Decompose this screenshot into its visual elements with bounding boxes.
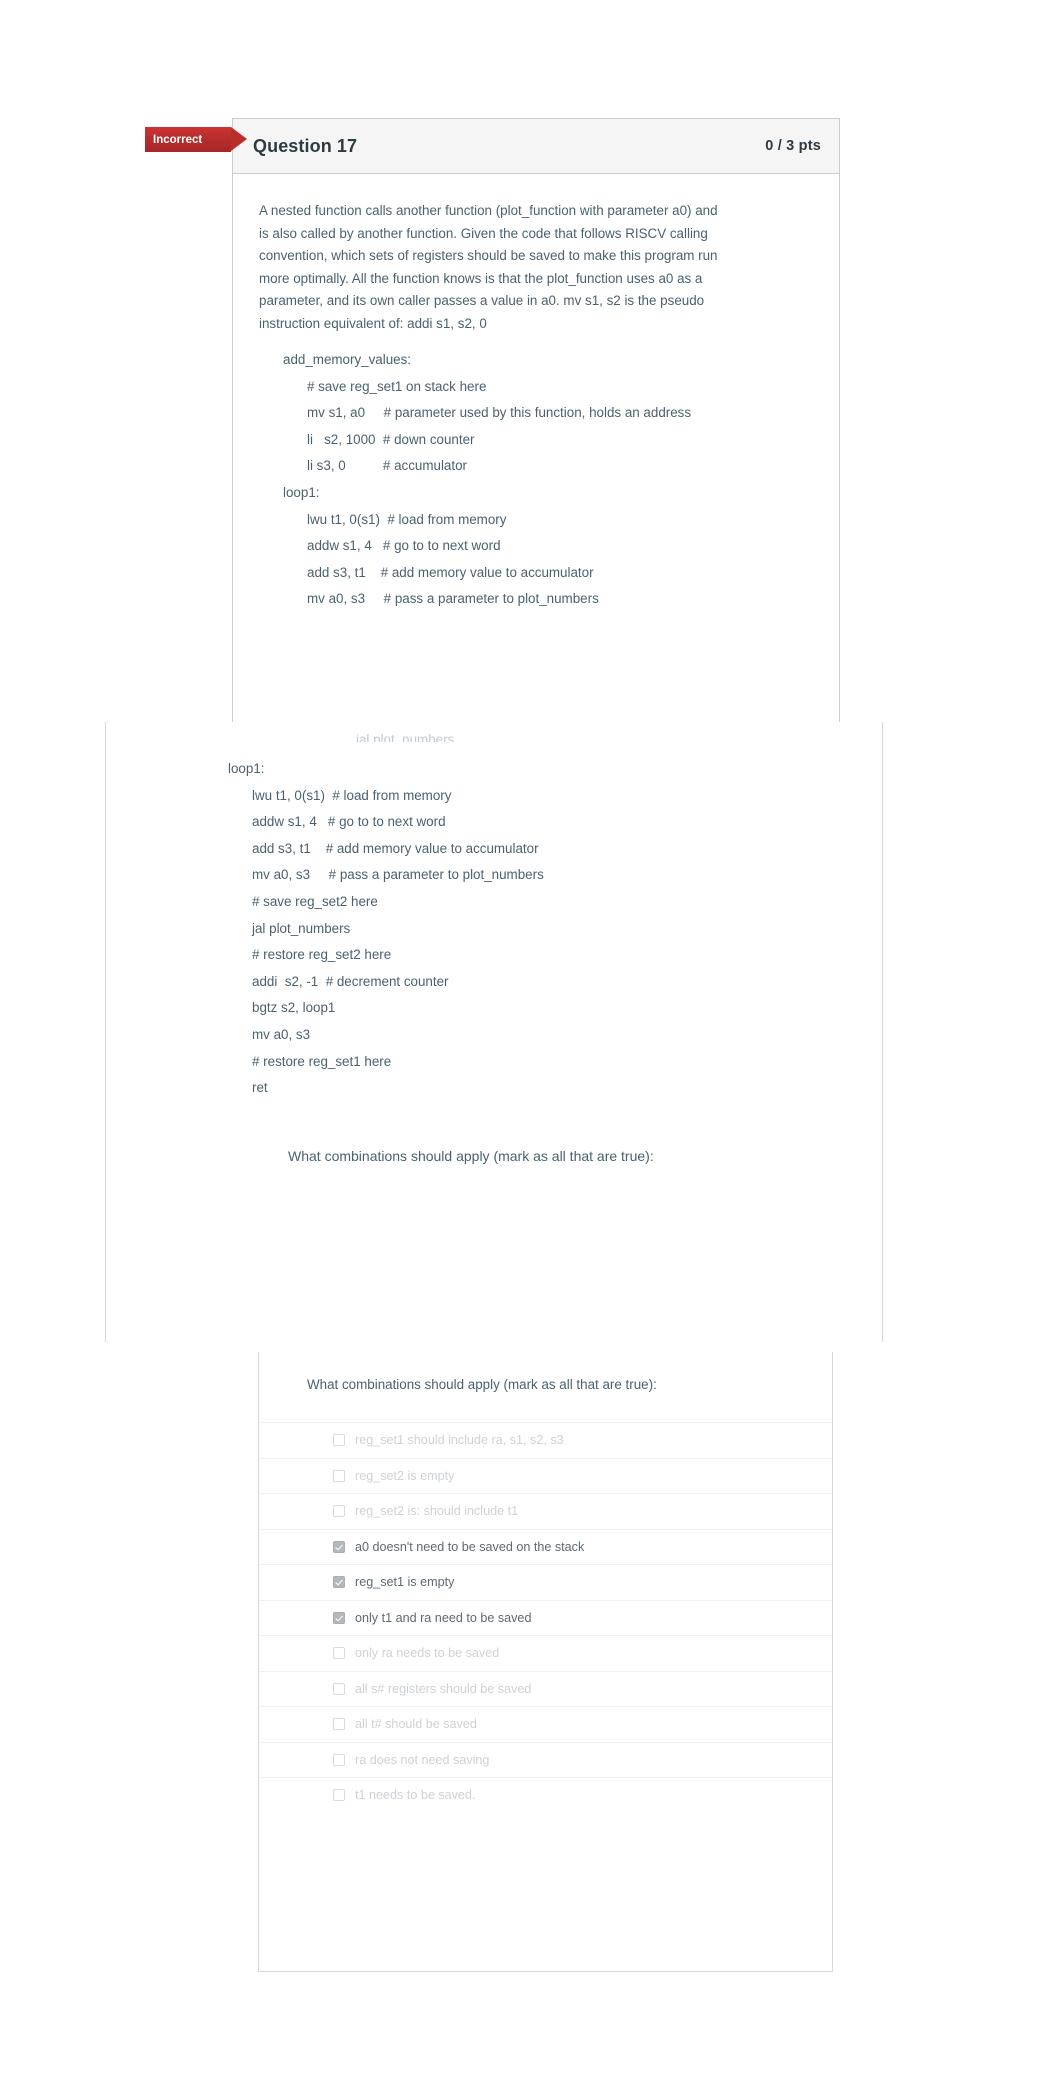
answer-option[interactable]: reg_set1 should include ra, s1, s2, s3 [259,1422,832,1458]
checkbox-icon[interactable] [333,1505,345,1518]
answer-label: only ra needs to be saved [355,1646,500,1661]
code-line: addw s1, 4 # go to to next word [252,814,446,830]
code-line: add_memory_values: [283,352,412,367]
answer-label: reg_set1 should include ra, s1, s2, s3 [355,1433,564,1448]
question-prompt-line: more optimally. All the function knows i… [259,270,703,286]
checkbox-checked-icon[interactable] [333,1540,345,1553]
code-line: bgtz s2, loop1 [252,1000,336,1016]
answer-option[interactable]: only t1 and ra need to be saved [259,1599,832,1636]
code-line: lwu t1, 0(s1) # load from memory [252,787,452,803]
question-prompt-line: convention, which sets of registers shou… [259,248,718,263]
question-card-answers: What combinations should apply (mark as … [258,1352,833,1972]
answer-label: reg_set2 is empty [355,1468,455,1483]
question-prompt-line: parameter, and its own caller passes a v… [259,293,705,308]
answer-option[interactable]: a0 doesn't need to be saved on the stack [259,1528,832,1565]
checkbox-icon[interactable] [333,1469,345,1482]
code-line: add s3, t1 # add memory value to accumul… [307,564,594,580]
status-badge-label: Incorrect [153,133,203,146]
answer-label: t1 needs to be saved. [355,1788,476,1803]
answer-label: all s# registers should be saved [355,1681,532,1696]
question-prompt: A nested function calls another function… [259,200,801,335]
answer-label: only t1 and ra need to be saved [355,1610,532,1625]
code-line: mv s1, a0 # parameter used by this funct… [307,405,692,421]
answer-option[interactable]: all t# should be saved [259,1706,832,1742]
answers-container: What combinations should apply (mark as … [259,1352,832,1813]
code-line: # restore reg_set1 here [252,1053,392,1069]
code-line: mv a0, s3 [252,1026,311,1042]
code-line: addw s1, 4 # go to to next word [307,538,501,554]
checkbox-icon[interactable] [333,1718,345,1731]
answer-option[interactable]: all s# registers should be saved [259,1670,832,1707]
code-line: lwu t1, 0(s1) # load from memory [307,511,507,527]
code-listing-middle: jal plot_numbers loop1: lwu t1, 0(s1) # … [106,722,882,1168]
clipped-code-line: jal plot_numbers [356,732,455,742]
code-line: # save reg_set1 on stack here [307,378,487,394]
code-line: loop1: [228,761,265,776]
answer-option[interactable]: only ra needs to be saved [259,1635,832,1671]
answer-label: a0 doesn't need to be saved on the stack [355,1539,585,1554]
checkbox-icon[interactable] [333,1647,345,1660]
question-prompt-line: instruction equivalent of: addi s1, s2, … [259,315,487,331]
question-prompt-line: is also called by another function. Give… [259,225,708,241]
checkbox-icon[interactable] [333,1434,345,1447]
code-line: ret [252,1080,268,1096]
code-line: mv a0, s3 # pass a parameter to plot_num… [307,591,599,607]
answer-label: reg_set2 is: should include t1 [355,1504,519,1519]
question-body: A nested function calls another function… [233,174,839,613]
answer-label: ra does not need saving [355,1752,490,1767]
answer-option[interactable]: reg_set2 is empty [259,1457,832,1494]
code-line: # save reg_set2 here [252,893,378,909]
code-line: jal plot_numbers [252,920,351,936]
answers-prompt: What combinations should apply (mark as … [307,1377,657,1392]
code-line: mv a0, s3 # pass a parameter to plot_num… [252,867,544,883]
code-line: loop1: [283,484,320,500]
question-prompt-line: A nested function calls another function… [259,203,718,218]
code-line: addi s2, -1 # decrement counter [252,973,449,989]
checkbox-icon[interactable] [333,1682,345,1695]
question-points: 0 / 3 pts [765,138,821,154]
question-card-middle: jal plot_numbers loop1: lwu t1, 0(s1) # … [105,722,883,1342]
question-card-top: Question 17 0 / 3 pts A nested function … [232,118,840,731]
code-line: # restore reg_set2 here [252,947,392,963]
answer-label: all t# should be saved [355,1717,477,1732]
answer-option[interactable]: reg_set1 is empty [259,1564,832,1600]
code-line: li s2, 1000 # down counter [307,431,475,447]
checkbox-checked-icon[interactable] [333,1611,345,1624]
answer-option[interactable]: ra does not need saving [259,1741,832,1778]
question-title: Question 17 [253,135,358,156]
answer-option[interactable]: t1 needs to be saved. [259,1777,832,1813]
question-header: Question 17 0 / 3 pts [233,119,839,174]
code-line: li s3, 0 # accumulator [307,458,468,474]
answers-prompt-middle: What combinations should apply (mark as … [288,1147,654,1164]
checkbox-icon[interactable] [333,1789,345,1802]
checkbox-checked-icon[interactable] [333,1576,345,1589]
answer-option[interactable]: reg_set2 is: should include t1 [259,1493,832,1529]
answer-label: reg_set1 is empty [355,1575,455,1590]
status-badge-incorrect: Incorrect [145,127,247,152]
code-line: add s3, t1 # add memory value to accumul… [252,840,539,856]
checkbox-icon[interactable] [333,1753,345,1766]
code-listing-top: add_memory_values: # save reg_set1 on st… [259,347,813,613]
